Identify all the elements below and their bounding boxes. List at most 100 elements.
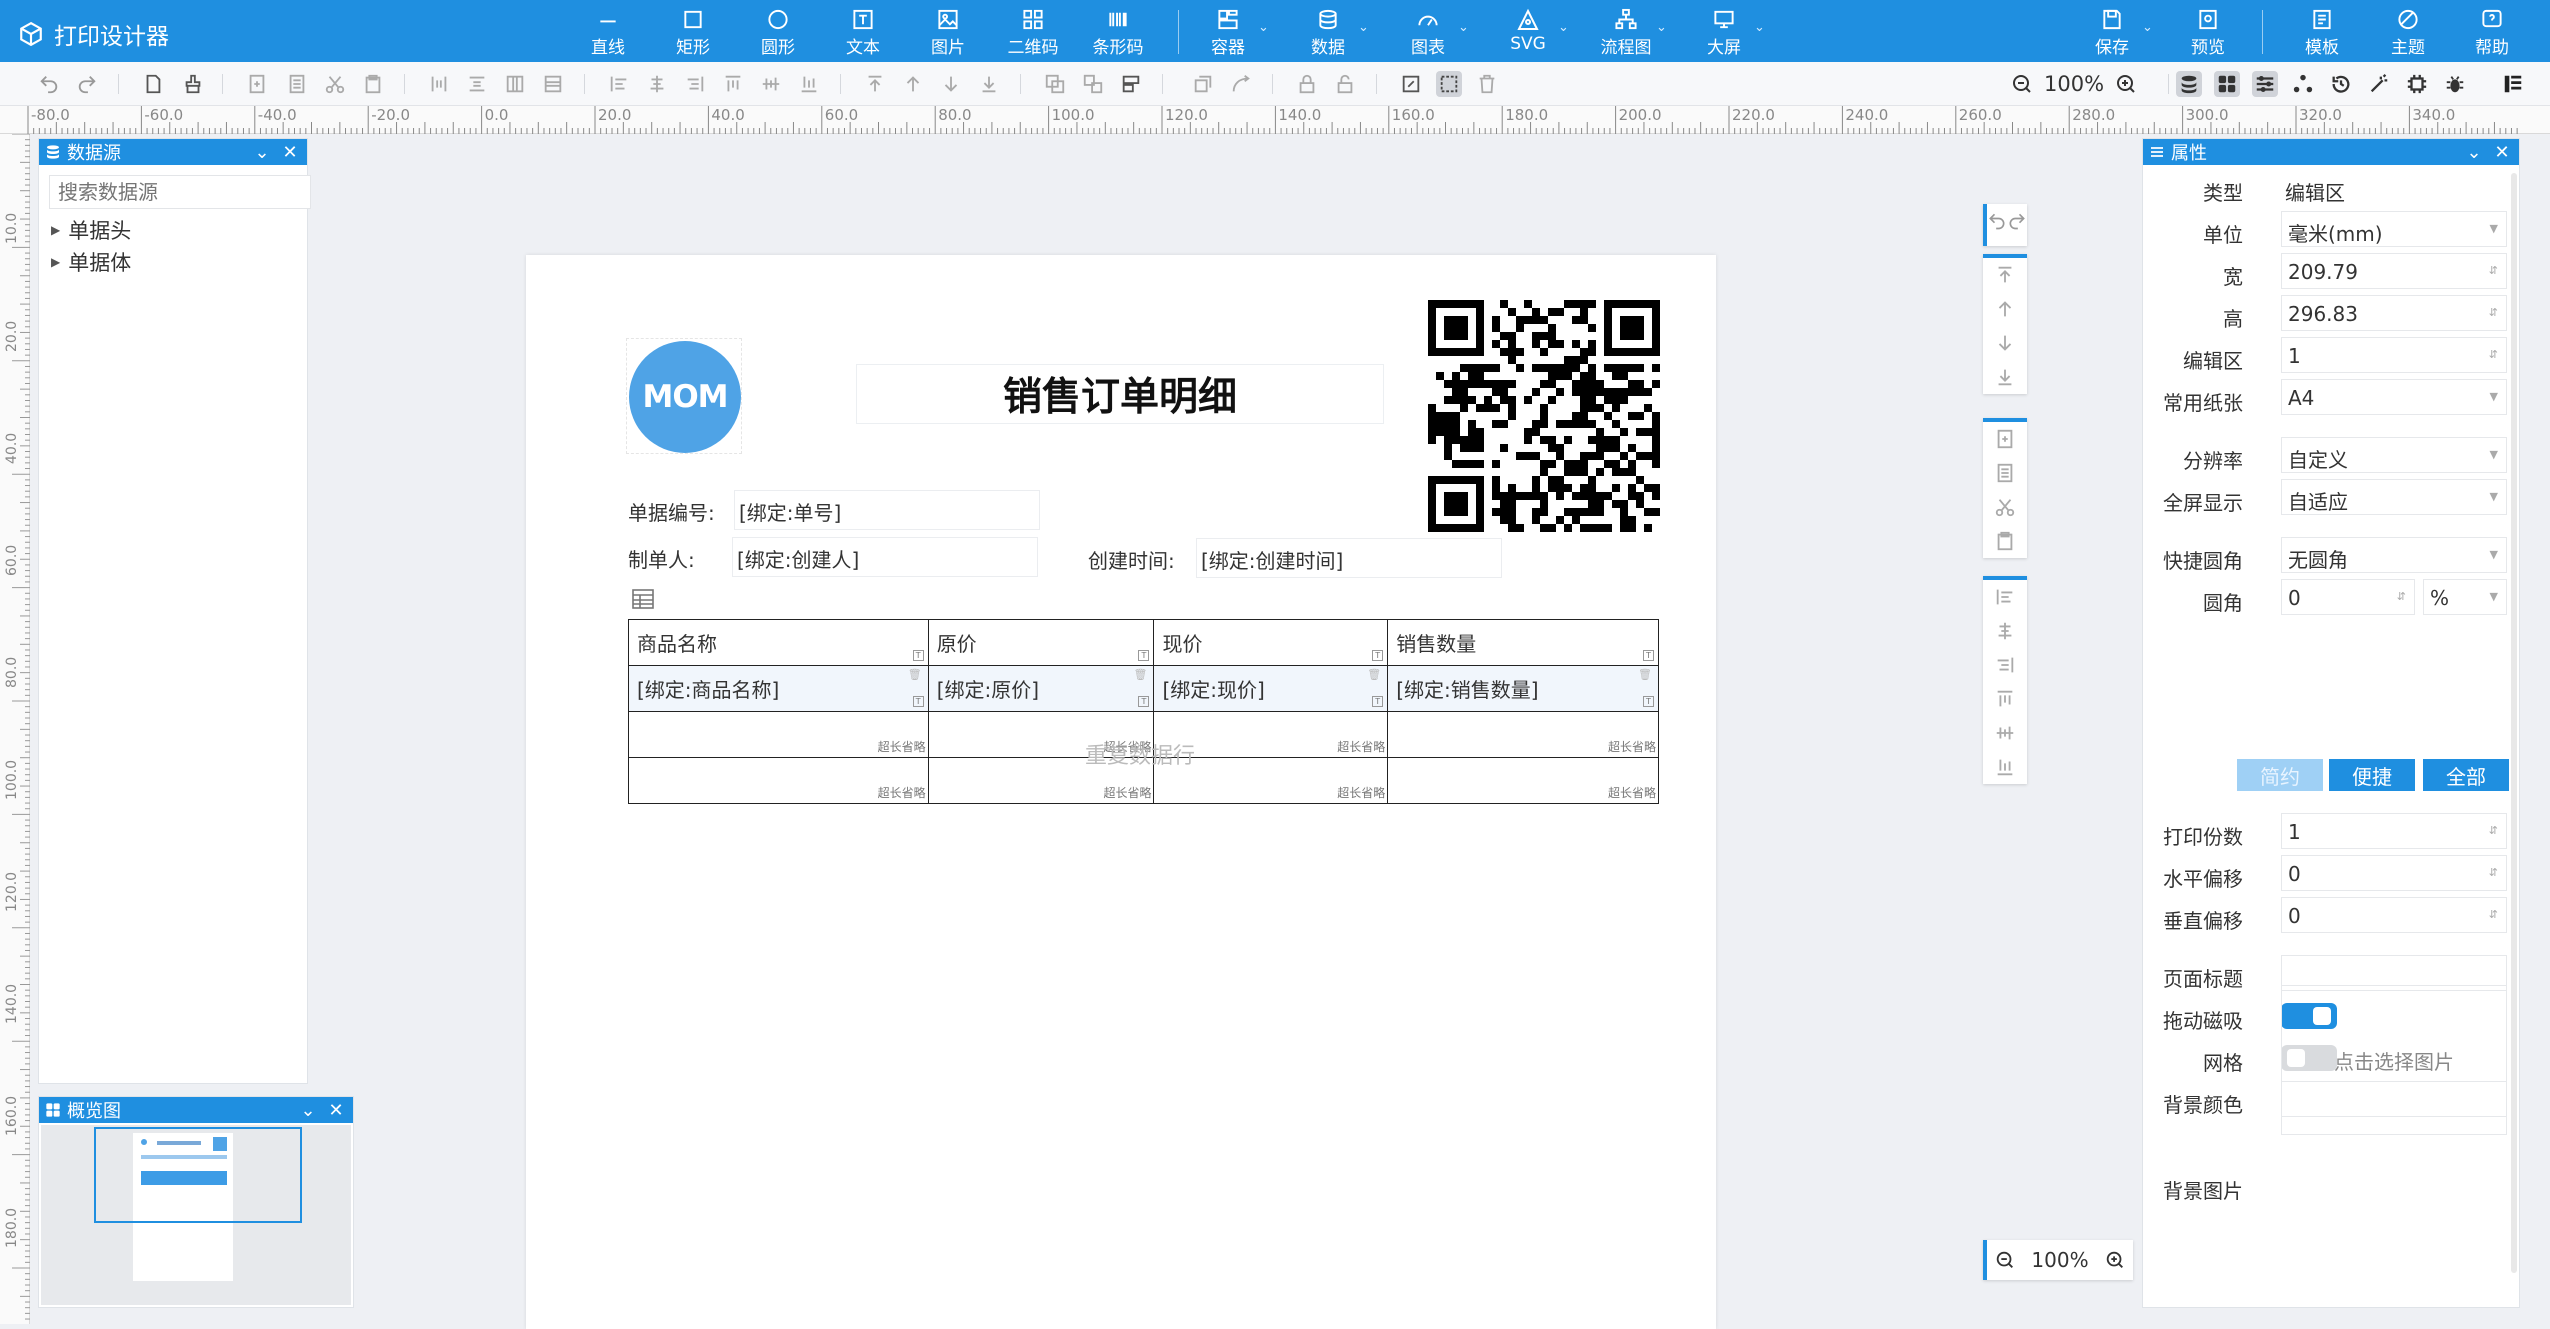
theme-button[interactable]: 主题 [2368,8,2448,58]
float-align-left-button[interactable] [1983,580,2027,614]
float-move-up-button[interactable] [1983,292,2027,326]
chevron-down-icon[interactable]: ⌄ [251,142,273,163]
float-align-right-button[interactable] [1983,648,2027,682]
float-copy-button[interactable] [1983,456,2027,490]
tool-barcode-button[interactable]: 条形码 [1078,8,1158,58]
document-title[interactable]: 销售订单明细 [856,364,1384,424]
tool-container-button[interactable]: 容器 [1188,8,1268,58]
filter-icon[interactable]: T [1372,650,1384,661]
filter-icon[interactable]: T [1138,650,1150,661]
copy-button[interactable] [284,71,310,97]
close-icon[interactable]: ✕ [325,1100,347,1121]
tool-circle-button[interactable]: 圆形 [738,8,818,58]
tree-item-header[interactable]: ▶ 单据头 [51,215,131,245]
overview-canvas[interactable] [41,1125,351,1305]
filter-icon[interactable]: T [912,650,924,661]
tool-rect-button[interactable]: 矩形 [653,8,733,58]
layout-button[interactable] [1118,71,1144,97]
float-redo-button[interactable] [2007,204,2027,238]
height-input[interactable]: 296.83 ⇵ [2281,295,2507,331]
tool-text-button[interactable]: 文本 [823,8,903,58]
rotate-right-button[interactable] [1228,71,1254,97]
distribute-v-button[interactable] [464,71,490,97]
paste-button[interactable] [360,71,386,97]
chevron-down-icon[interactable]: ⌄ [2463,142,2485,163]
table-cell[interactable]: 超长省略 [628,757,929,804]
table-cell[interactable]: [绑定:现价] 🗑 T [1153,665,1389,712]
tool-chart-button[interactable]: 图表 [1388,8,1468,58]
zoom-in-icon[interactable] [2114,72,2138,96]
view-network-button[interactable] [2290,71,2316,97]
align-top-button[interactable] [720,71,746,97]
table-cell[interactable]: 超长省略 [1387,711,1659,758]
save-button[interactable]: 保存 [2072,8,2152,58]
table-cell[interactable]: [绑定:原价] 🗑 T [927,665,1155,712]
flowchart-chevron-down-icon[interactable]: ⌄ [1656,20,1667,35]
view-properties-button[interactable] [2252,71,2278,97]
align-right-button[interactable] [682,71,708,97]
float-undo-button[interactable] [1987,204,2007,238]
float-to-top-button[interactable] [1983,258,2027,292]
float-add-button[interactable] [1983,422,2027,456]
cut-button[interactable] [322,71,348,97]
radius-unit-select[interactable]: % ▼ [2423,579,2507,615]
tool-data-button[interactable]: 数据 [1288,8,1368,58]
align-left-button[interactable] [606,71,632,97]
view-magic-button[interactable] [2366,71,2392,97]
ungroup-button[interactable] [1080,71,1106,97]
float-align-middle-button[interactable] [1983,716,2027,750]
filter-icon[interactable]: T [912,696,924,707]
container-chevron-down-icon[interactable]: ⌄ [1258,20,1269,35]
to-top-button[interactable] [862,71,888,97]
tree-item-body[interactable]: ▶ 单据体 [51,247,131,277]
preview-button[interactable]: 预览 [2168,8,2248,58]
float-to-bottom-button[interactable] [1983,360,2027,394]
unit-select[interactable]: 毫米(mm) ▼ [2281,211,2507,247]
filter-icon[interactable]: T [1372,696,1384,707]
tool-screen-button[interactable]: 大屏 [1684,8,1764,58]
mode-simple-button[interactable]: 简约 [2237,759,2323,791]
view-debug-button[interactable] [2442,71,2468,97]
table-icon[interactable] [631,588,655,610]
spinner-icon[interactable]: ⇵ [2489,908,2498,921]
overview-viewport-frame[interactable] [94,1127,302,1223]
copies-input[interactable]: 1 ⇵ [2281,813,2507,849]
float-paste-button[interactable] [1983,524,2027,558]
same-width-button[interactable] [502,71,528,97]
logo-image[interactable]: MOM [626,338,742,454]
radius-input[interactable]: 0 ⇵ [2281,579,2415,615]
table-cell[interactable]: 超长省略 [628,711,929,758]
redo-button[interactable] [74,71,100,97]
tool-qrcode-button[interactable]: 二维码 [993,8,1073,58]
data-chevron-down-icon[interactable]: ⌄ [1358,20,1369,35]
caret-right-icon[interactable]: ▶ [51,223,60,237]
tool-line-button[interactable]: 直线 [568,8,648,58]
tool-flowchart-button[interactable]: 流程图 [1586,8,1666,58]
spinner-icon[interactable]: ⇵ [2489,866,2498,879]
filter-icon[interactable]: T [1643,696,1654,707]
creator-field[interactable]: [绑定:创建人] [732,537,1038,577]
select-area-button[interactable] [1436,71,1462,97]
save-chevron-down-icon[interactable]: ⌄ [2142,20,2153,35]
align-bottom-button[interactable] [796,71,822,97]
toggle-sidebar-button[interactable] [2500,71,2526,97]
fullscreen-select[interactable]: 自适应 ▼ [2281,479,2507,515]
properties-scrollbar[interactable] [2511,173,2517,1273]
trash-icon[interactable]: 🗑 [1367,668,1381,681]
template-button[interactable]: 模板 [2282,8,2362,58]
spinner-icon[interactable]: ⇵ [2489,824,2498,837]
align-center-button[interactable] [644,71,670,97]
trash-icon[interactable]: 🗑 [1134,668,1148,681]
edit-area-input[interactable]: 1 ⇵ [2281,337,2507,373]
trash-icon[interactable]: 🗑 [1638,668,1652,681]
order-detail-table[interactable]: 商品名称 T 原价 T 现价 T 销售数量 T [绑定:商品名称] 🗑 T [绑定:原价] 🗑… [628,619,1659,804]
same-height-button[interactable] [540,71,566,97]
add-button[interactable] [244,71,270,97]
unlock-button[interactable] [1332,71,1358,97]
help-button[interactable]: 帮助 [2452,8,2532,58]
zoom-out-icon[interactable] [1994,1249,2016,1271]
spinner-icon[interactable]: ⇵ [2489,306,2498,319]
filter-icon[interactable]: T [1643,650,1654,661]
move-up-button[interactable] [900,71,926,97]
svg-chevron-down-icon[interactable]: ⌄ [1558,20,1569,35]
